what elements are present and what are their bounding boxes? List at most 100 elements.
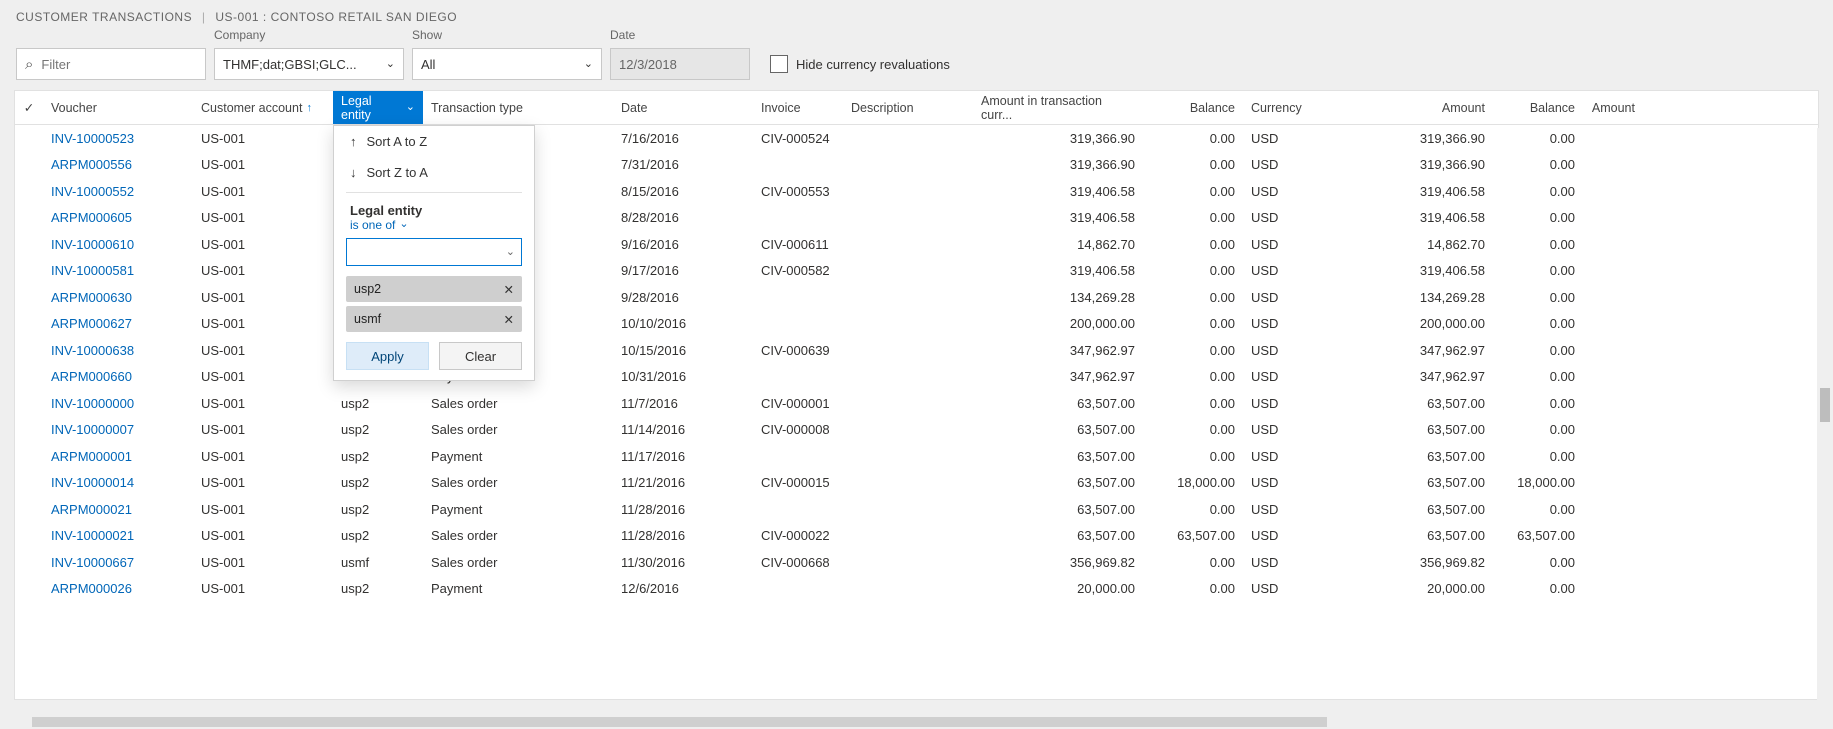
col-balance-2[interactable]: Balance	[1493, 91, 1583, 124]
col-legal-entity[interactable]: Legal entity	[333, 91, 423, 124]
date-value: 12/3/2018	[619, 57, 677, 72]
sort-a-z[interactable]: Sort A to Z	[334, 126, 534, 157]
table-row[interactable]: ARPM000556US-0017/31/2016319,366.900.00U…	[15, 152, 1818, 179]
col-date[interactable]: Date	[613, 91, 753, 124]
show-label: Show	[412, 28, 602, 44]
table-row[interactable]: INV-10000007US-001usp2Sales order11/14/2…	[15, 417, 1818, 444]
close-icon[interactable]: ✕	[504, 282, 514, 297]
cell-amount-tc: 347,962.97	[973, 343, 1143, 358]
scrollbar-thumb[interactable]	[1820, 388, 1830, 422]
cell-voucher[interactable]: ARPM000627	[43, 316, 193, 331]
col-amount-2[interactable]: Amount	[1583, 91, 1643, 124]
table-row[interactable]: INV-10000581US-0019/17/2016CIV-000582319…	[15, 258, 1818, 285]
col-invoice[interactable]: Invoice	[753, 91, 843, 124]
table-row[interactable]: INV-10000000US-001usp2Sales order11/7/20…	[15, 390, 1818, 417]
cell-balance-2: 0.00	[1493, 502, 1583, 517]
apply-button[interactable]: Apply	[346, 342, 429, 370]
col-voucher[interactable]: Voucher	[43, 91, 193, 124]
cell-balance-2: 0.00	[1493, 422, 1583, 437]
cell-balance-2: 0.00	[1493, 157, 1583, 172]
table-row[interactable]: ARPM000021US-001usp2Payment11/28/201663,…	[15, 496, 1818, 523]
cell-balance-1: 0.00	[1143, 290, 1243, 305]
cell-amount: 63,507.00	[1313, 396, 1493, 411]
checkbox-icon	[770, 55, 788, 73]
cell-balance-1: 0.00	[1143, 369, 1243, 384]
table-row[interactable]: INV-10000610US-0019/16/2016CIV-00061114,…	[15, 231, 1818, 258]
cell-date: 7/16/2016	[613, 131, 753, 146]
col-amount-tc[interactable]: Amount in transaction curr...	[973, 91, 1143, 124]
cell-amount-tc: 20,000.00	[973, 581, 1143, 596]
cell-voucher[interactable]: ARPM000556	[43, 157, 193, 172]
cell-balance-1: 0.00	[1143, 263, 1243, 278]
cell-balance-1: 0.00	[1143, 581, 1243, 596]
cell-voucher[interactable]: ARPM000026	[43, 581, 193, 596]
table-row[interactable]: INV-10000667US-001usmfSales order11/30/2…	[15, 549, 1818, 576]
col-balance-1[interactable]: Balance	[1143, 91, 1243, 124]
cell-balance-2: 0.00	[1493, 131, 1583, 146]
table-row[interactable]: ARPM000630US-0019/28/2016134,269.280.00U…	[15, 284, 1818, 311]
scrollbar-thumb[interactable]	[32, 717, 1327, 727]
title-bar: CUSTOMER TRANSACTIONS | US-001 : CONTOSO…	[0, 0, 1833, 28]
filter-input[interactable]	[39, 56, 197, 73]
cell-amount-tc: 14,862.70	[973, 237, 1143, 252]
col-description[interactable]: Description	[843, 91, 973, 124]
filter-token-usp2[interactable]: usp2✕	[346, 276, 522, 302]
cell-currency: USD	[1243, 396, 1313, 411]
cell-voucher[interactable]: INV-10000638	[43, 343, 193, 358]
date-box[interactable]: 12/3/2018	[610, 48, 750, 80]
col-customer-account[interactable]: Customer account	[193, 91, 333, 124]
flyout-value-input[interactable]	[353, 244, 506, 261]
cell-voucher[interactable]: ARPM000021	[43, 502, 193, 517]
col-transaction-type[interactable]: Transaction type	[423, 91, 613, 124]
cell-voucher[interactable]: ARPM000630	[43, 290, 193, 305]
flyout-operator[interactable]: is one of	[334, 218, 534, 238]
show-combo[interactable]: All	[412, 48, 602, 80]
col-currency[interactable]: Currency	[1243, 91, 1313, 124]
cell-voucher[interactable]: INV-10000610	[43, 237, 193, 252]
cell-voucher[interactable]: ARPM000660	[43, 369, 193, 384]
table-row[interactable]: INV-10000014US-001usp2Sales order11/21/2…	[15, 470, 1818, 497]
table-row[interactable]: INV-10000552US-0018/15/2016CIV-000553319…	[15, 178, 1818, 205]
filter-box[interactable]	[16, 48, 206, 80]
table-row[interactable]: ARPM000605US-0018/28/2016319,406.580.00U…	[15, 205, 1818, 232]
table-row[interactable]: ARPM000026US-001usp2Payment12/6/201620,0…	[15, 576, 1818, 603]
table-row[interactable]: ARPM000660US-001usmfPayment10/31/2016347…	[15, 364, 1818, 391]
cell-customer-account: US-001	[193, 263, 333, 278]
cell-amount: 347,962.97	[1313, 343, 1493, 358]
sort-z-a[interactable]: Sort Z to A	[334, 157, 534, 188]
cell-voucher[interactable]: INV-10000014	[43, 475, 193, 490]
table-row[interactable]: INV-10000021US-001usp2Sales order11/28/2…	[15, 523, 1818, 550]
close-icon[interactable]: ✕	[504, 312, 514, 327]
col-amount[interactable]: Amount	[1313, 91, 1493, 124]
cell-voucher[interactable]: INV-10000523	[43, 131, 193, 146]
table-row[interactable]: ARPM000001US-001usp2Payment11/17/201663,…	[15, 443, 1818, 470]
cell-voucher[interactable]: INV-10000000	[43, 396, 193, 411]
cell-voucher[interactable]: ARPM000001	[43, 449, 193, 464]
company-combo[interactable]: THMF;dat;GBSI;GLC...	[214, 48, 404, 80]
cell-amount-tc: 356,969.82	[973, 555, 1143, 570]
table-row[interactable]: INV-10000638US-00110/15/2016CIV-00063934…	[15, 337, 1818, 364]
filter-token-usmf[interactable]: usmf✕	[346, 306, 522, 332]
flyout-value-combo[interactable]	[346, 238, 522, 266]
cell-balance-1: 0.00	[1143, 343, 1243, 358]
cell-voucher[interactable]: INV-10000552	[43, 184, 193, 199]
cell-legal-entity: usp2	[333, 475, 423, 490]
clear-button[interactable]: Clear	[439, 342, 522, 370]
horizontal-scrollbar[interactable]	[14, 715, 1813, 729]
cell-voucher[interactable]: INV-10000581	[43, 263, 193, 278]
table-row[interactable]: INV-10000523US-0017/16/2016CIV-000524319…	[15, 125, 1818, 152]
select-all-header[interactable]	[15, 91, 43, 124]
cell-voucher[interactable]: INV-10000667	[43, 555, 193, 570]
cell-voucher[interactable]: ARPM000605	[43, 210, 193, 225]
arrow-down-icon	[350, 165, 357, 180]
hide-reval-check[interactable]: Hide currency revaluations	[770, 48, 950, 80]
vertical-scrollbar[interactable]	[1817, 128, 1833, 713]
cell-voucher[interactable]: INV-10000021	[43, 528, 193, 543]
table-row[interactable]: ARPM000627US-00110/10/2016200,000.000.00…	[15, 311, 1818, 338]
hide-reval-label: Hide currency revaluations	[796, 57, 950, 72]
cell-amount: 63,507.00	[1313, 528, 1493, 543]
cell-voucher[interactable]: INV-10000007	[43, 422, 193, 437]
flyout-title: Legal entity	[334, 197, 534, 218]
cell-amount-tc: 319,406.58	[973, 184, 1143, 199]
grid-body: INV-10000523US-0017/16/2016CIV-000524319…	[15, 125, 1818, 602]
